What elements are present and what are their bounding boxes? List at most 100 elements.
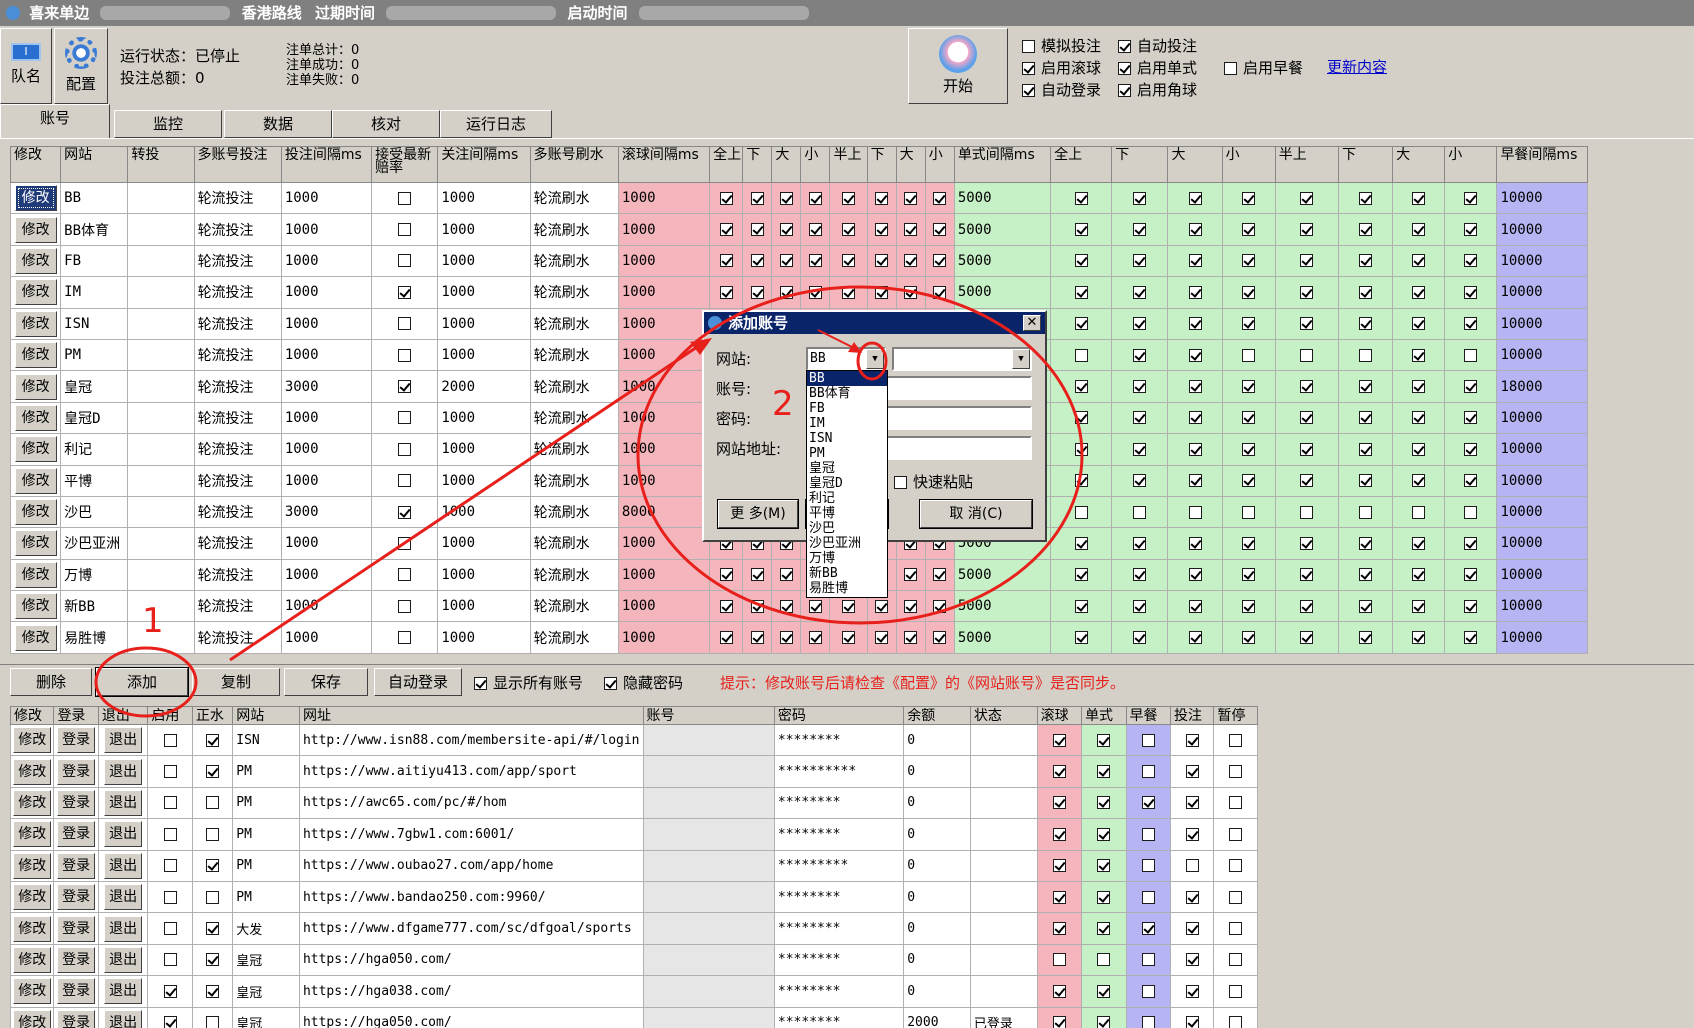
single-interval-cell[interactable]: 5000 bbox=[953, 181, 1052, 215]
early-interval-cell[interactable]: 10000 bbox=[1496, 401, 1588, 435]
site-cell[interactable]: 沙巴亚洲 bbox=[60, 527, 129, 560]
password-cell[interactable]: ******** bbox=[773, 1006, 905, 1028]
single-market-checkbox[interactable] bbox=[1074, 505, 1088, 519]
site-cell[interactable]: PM bbox=[60, 338, 129, 372]
option-5[interactable]: 自动登录 bbox=[1022, 80, 1101, 100]
transfer-cell[interactable] bbox=[127, 244, 195, 278]
single-market-checkbox[interactable] bbox=[1412, 536, 1426, 550]
single-interval-cell[interactable]: 5000 bbox=[953, 621, 1052, 654]
single-market-checkbox[interactable] bbox=[1359, 474, 1373, 488]
watch-interval-cell[interactable]: 1000 bbox=[437, 495, 531, 529]
single-market-checkbox[interactable] bbox=[1188, 411, 1202, 425]
url-cell[interactable]: https://www.dfgame777.com/sc/dfgoal/spor… bbox=[298, 912, 644, 945]
single-market-checkbox[interactable] bbox=[1074, 317, 1088, 331]
option-checkbox[interactable] bbox=[1118, 84, 1131, 97]
multi-bet-cell[interactable]: 轮流投注 bbox=[193, 558, 282, 592]
live-market-checkbox[interactable] bbox=[842, 254, 856, 268]
password-cell[interactable]: ********* bbox=[773, 849, 905, 882]
edit-button[interactable]: 修改 bbox=[14, 436, 57, 463]
site-cell[interactable]: IM bbox=[60, 276, 129, 309]
password-cell[interactable]: ******** bbox=[773, 975, 905, 1008]
account-cell-redacted[interactable] bbox=[642, 723, 775, 757]
live-market-checkbox[interactable] bbox=[779, 254, 793, 268]
live-interval-cell[interactable]: 1000 bbox=[617, 558, 711, 592]
bet-interval-cell[interactable]: 1000 bbox=[280, 401, 373, 435]
live-market-checkbox[interactable] bbox=[719, 223, 733, 237]
tab-2[interactable]: 数据 bbox=[224, 110, 332, 138]
single-market-checkbox[interactable] bbox=[1300, 442, 1314, 456]
edit-button[interactable]: 修改 bbox=[14, 247, 57, 274]
pause-checkbox[interactable] bbox=[1229, 733, 1243, 747]
single-interval-cell[interactable]: 5000 bbox=[953, 558, 1052, 592]
multi-bet-cell[interactable]: 轮流投注 bbox=[193, 433, 282, 466]
single-market-checkbox[interactable] bbox=[1464, 254, 1478, 268]
site-cell[interactable]: FB bbox=[60, 244, 129, 278]
site-cell[interactable]: BB体育 bbox=[60, 213, 129, 246]
single-market-checkbox[interactable] bbox=[1300, 380, 1314, 394]
auto-login-button[interactable]: 自动登录 bbox=[374, 668, 462, 696]
single-market-checkbox[interactable] bbox=[1242, 599, 1256, 613]
pause-checkbox[interactable] bbox=[1229, 984, 1243, 998]
single-market-checkbox[interactable] bbox=[1412, 568, 1426, 582]
watch-interval-cell[interactable]: 1000 bbox=[437, 244, 531, 278]
pause-checkbox[interactable] bbox=[1229, 827, 1243, 841]
single-market-checkbox[interactable] bbox=[1464, 474, 1478, 488]
watch-interval-cell[interactable]: 1000 bbox=[437, 621, 531, 654]
positive-water-checkbox[interactable] bbox=[206, 922, 220, 936]
early-interval-cell[interactable]: 10000 bbox=[1496, 244, 1588, 278]
config-button[interactable]: 配置 bbox=[54, 28, 108, 104]
single-checkbox[interactable] bbox=[1097, 1016, 1111, 1028]
delete-button[interactable]: 删除 bbox=[10, 668, 92, 696]
single-market-checkbox[interactable] bbox=[1242, 568, 1256, 582]
single-market-checkbox[interactable] bbox=[1133, 411, 1147, 425]
early-interval-cell[interactable]: 10000 bbox=[1496, 307, 1588, 340]
enabled-checkbox[interactable] bbox=[163, 890, 177, 904]
watch-interval-cell[interactable]: 1000 bbox=[437, 338, 531, 372]
single-market-checkbox[interactable] bbox=[1300, 536, 1314, 550]
single-market-checkbox[interactable] bbox=[1300, 254, 1314, 268]
url-cell[interactable]: https://hga050.com/ bbox=[298, 1006, 644, 1028]
logout-button[interactable]: 退出 bbox=[104, 946, 143, 973]
live-interval-cell[interactable]: 1000 bbox=[617, 621, 711, 654]
transfer-cell[interactable] bbox=[127, 276, 195, 309]
enabled-checkbox[interactable] bbox=[163, 859, 177, 873]
live-market-checkbox[interactable] bbox=[842, 191, 856, 205]
single-market-checkbox[interactable] bbox=[1464, 317, 1478, 331]
early-interval-cell[interactable]: 10000 bbox=[1496, 495, 1588, 529]
live-market-checkbox[interactable] bbox=[875, 223, 889, 237]
live-market-checkbox[interactable] bbox=[904, 568, 918, 582]
live-market-checkbox[interactable] bbox=[933, 599, 947, 613]
early-interval-cell[interactable]: 10000 bbox=[1496, 338, 1588, 372]
single-market-checkbox[interactable] bbox=[1133, 380, 1147, 394]
single-market-checkbox[interactable] bbox=[1359, 505, 1373, 519]
url-cell[interactable]: https://www.aitiyu413.com/app/sport bbox=[298, 755, 644, 788]
multi-bet-cell[interactable]: 轮流投注 bbox=[193, 621, 282, 654]
live-checkbox[interactable] bbox=[1052, 796, 1066, 810]
live-market-checkbox[interactable] bbox=[808, 254, 822, 268]
single-market-checkbox[interactable] bbox=[1188, 474, 1202, 488]
dropdown-option[interactable]: 新BB bbox=[807, 566, 887, 581]
positive-water-checkbox[interactable] bbox=[206, 796, 220, 810]
site-cell[interactable]: 皇冠 bbox=[60, 370, 129, 403]
single-market-checkbox[interactable] bbox=[1133, 191, 1147, 205]
transfer-cell[interactable] bbox=[127, 307, 195, 340]
single-market-checkbox[interactable] bbox=[1412, 631, 1426, 645]
single-interval-cell[interactable]: 5000 bbox=[953, 213, 1052, 246]
refresh-mode-cell[interactable]: 轮流刷水 bbox=[529, 276, 619, 309]
edit-button[interactable]: 修改 bbox=[14, 404, 57, 431]
single-market-checkbox[interactable] bbox=[1300, 191, 1314, 205]
logout-button[interactable]: 退出 bbox=[104, 758, 143, 785]
watch-interval-cell[interactable]: 2000 bbox=[437, 370, 531, 403]
single-market-checkbox[interactable] bbox=[1074, 411, 1088, 425]
watch-interval-cell[interactable]: 1000 bbox=[437, 307, 531, 340]
live-market-checkbox[interactable] bbox=[750, 223, 764, 237]
live-market-checkbox[interactable] bbox=[779, 599, 793, 613]
option-4[interactable]: 启用早餐 bbox=[1224, 58, 1303, 78]
edit-button[interactable]: 修改 bbox=[14, 593, 57, 620]
option-checkbox[interactable] bbox=[1118, 62, 1131, 75]
single-market-checkbox[interactable] bbox=[1359, 285, 1373, 299]
password-cell[interactable]: ********** bbox=[773, 755, 905, 788]
transfer-cell[interactable] bbox=[127, 495, 195, 529]
live-market-checkbox[interactable] bbox=[719, 254, 733, 268]
url-cell[interactable]: http://www.isn88.com/membersite-api/#/lo… bbox=[298, 723, 644, 757]
